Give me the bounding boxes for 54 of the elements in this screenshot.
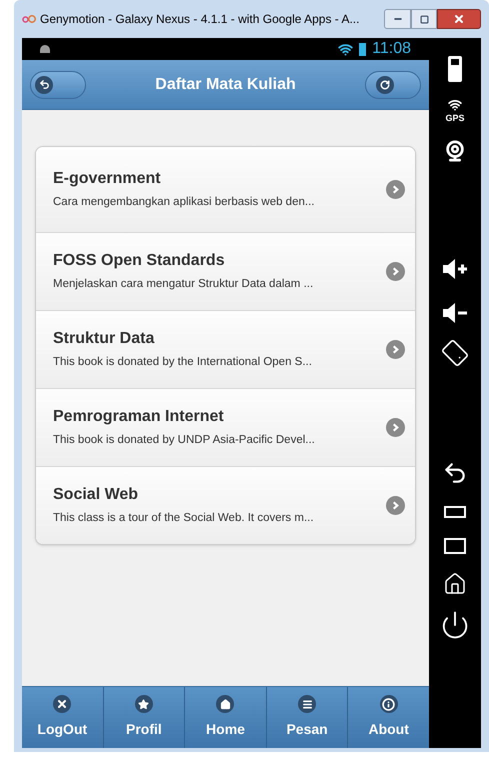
- course-item[interactable]: Pemrograman Internet This book is donated by UNDP Asia-Pacific Devel...: [36, 388, 415, 466]
- footer-tab[interactable]: LogOut: [22, 687, 103, 748]
- course-item[interactable]: Struktur Data This book is donated by the International Open S...: [36, 310, 415, 388]
- course-description: This book is donated by UNDP Asia-Pacific Devel...: [53, 433, 316, 448]
- footer-icon: [216, 695, 234, 713]
- wifi-icon: [338, 42, 354, 56]
- minimize-button[interactable]: [384, 9, 411, 29]
- app-icon: [22, 15, 36, 23]
- chevron-icon: [386, 340, 405, 359]
- footer-tab[interactable]: Home: [184, 687, 266, 748]
- course-description: Menjelaskan cara mengatur Struktur Data dalam ...: [53, 277, 314, 292]
- camera-icon: [444, 140, 466, 162]
- course-item[interactable]: FOSS Open Standards Menjelaskan cara mengatur Struktur Data dalam ...: [36, 232, 415, 310]
- signal-icon: [448, 98, 462, 112]
- recent-apps-icon[interactable]: [444, 506, 466, 518]
- refresh-button[interactable]: [365, 70, 421, 98]
- footer-icon: [134, 695, 153, 713]
- course-item[interactable]: Social Web This class is a tour of the Social Web. It covers m...: [36, 466, 415, 544]
- footer-icon: [53, 695, 72, 713]
- close-icon: [453, 13, 465, 25]
- course-description: This class is a tour of the Social Web. It covers m...: [53, 511, 315, 526]
- course-title: Pemrograman Internet: [53, 407, 225, 428]
- course-description: Cara mengembangkan aplikasi berbasis web den...: [53, 195, 316, 210]
- battery-icon: [448, 56, 462, 82]
- footer-tab[interactable]: Profil: [102, 687, 184, 748]
- footer-icon: [380, 695, 398, 713]
- footer-icon: [298, 695, 316, 713]
- footer-tab[interactable]: About: [347, 687, 429, 748]
- course-item[interactable]: E-government Cara mengembangkan aplikasi berbasis web den...: [36, 147, 415, 232]
- maximize-icon: [420, 14, 428, 24]
- footer-tab[interactable]: Pesan: [266, 687, 348, 748]
- chevron-icon: [386, 418, 405, 437]
- back-button[interactable]: [30, 70, 86, 98]
- course-title: FOSS Open Standards: [53, 251, 226, 272]
- chevron-icon: [386, 496, 405, 515]
- refresh-icon: [380, 80, 390, 90]
- gps-label: GPS: [445, 112, 464, 125]
- home-icon[interactable]: [443, 572, 467, 596]
- window-title: Genymotion - Galaxy Nexus - 4.1.1 - with Google Apps - A...: [40, 11, 360, 28]
- course-title: Struktur Data: [53, 329, 156, 350]
- back-icon: [38, 79, 50, 90]
- chevron-icon: [386, 180, 405, 199]
- course-title: E-government: [53, 169, 162, 190]
- maximize-button[interactable]: [411, 9, 437, 29]
- course-description: This book is donated by the International Open S...: [53, 355, 313, 370]
- power-icon[interactable]: [440, 610, 470, 640]
- close-button[interactable]: [437, 9, 481, 29]
- battery-icon: [359, 42, 366, 56]
- page-title: Daftar Mata Kuliah: [154, 74, 297, 94]
- course-title: Social Web: [53, 485, 140, 506]
- volume-down-icon[interactable]: [442, 302, 468, 324]
- volume-up-icon[interactable]: [442, 258, 468, 280]
- chevron-icon: [386, 262, 405, 281]
- clock: 11:08: [372, 39, 411, 59]
